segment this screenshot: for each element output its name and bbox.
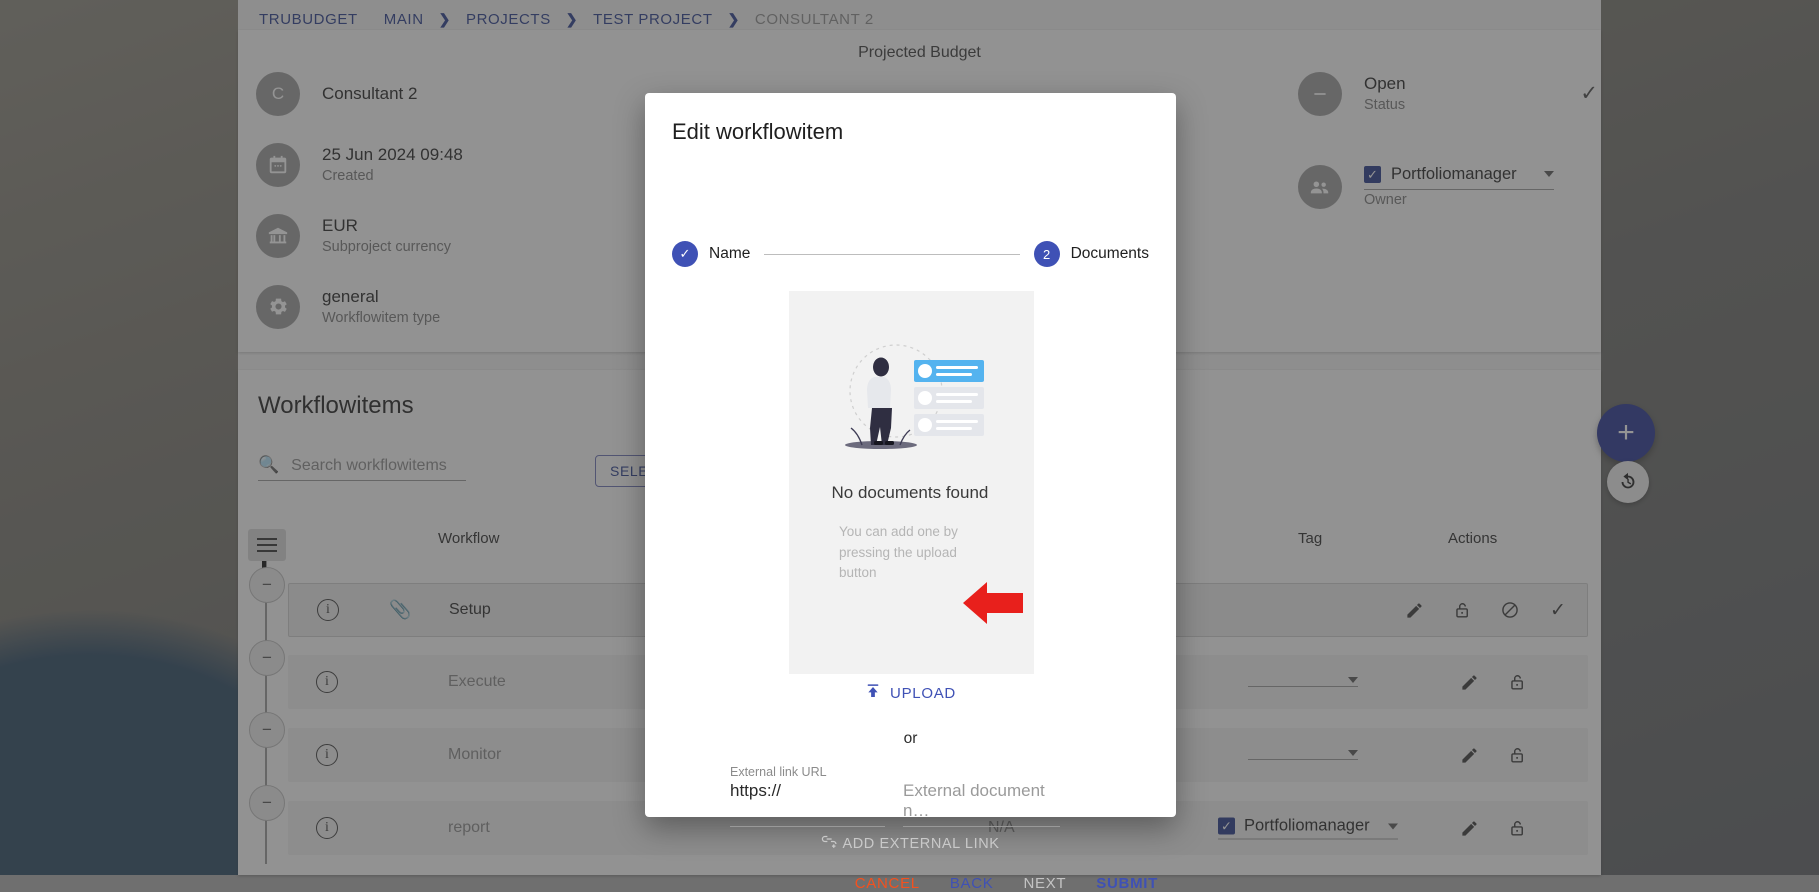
external-document-name-input[interactable]: External document n…: [903, 781, 1060, 827]
step-label: Name: [709, 245, 750, 263]
link-add-icon: [821, 833, 838, 854]
add-external-link-label: ADD EXTERNAL LINK: [842, 836, 999, 852]
annotation-arrow-icon: [963, 580, 1023, 626]
step-label: Documents: [1071, 245, 1149, 263]
submit-button[interactable]: SUBMIT: [1096, 875, 1158, 892]
add-external-link-button[interactable]: ADD EXTERNAL LINK: [645, 833, 1176, 854]
next-button: NEXT: [1023, 875, 1066, 892]
empty-state-subtext: You can add one by pressing the upload b…: [839, 522, 984, 585]
stepper-connector: [764, 254, 1019, 255]
or-divider-label: or: [645, 730, 1176, 748]
step-documents[interactable]: 2 Documents: [1034, 241, 1149, 267]
external-url-input[interactable]: https://: [730, 781, 885, 827]
edit-workflowitem-dialog: Edit workflowitem ✓ Name 2 Documents: [645, 93, 1176, 817]
empty-state-heading: No documents found: [832, 481, 992, 506]
upload-label: UPLOAD: [890, 685, 956, 702]
step-number: 2: [1034, 241, 1060, 267]
app-page: TRUBUDGET MAIN ❯ PROJECTS ❯ TEST PROJECT…: [0, 0, 1819, 875]
cancel-button[interactable]: CANCEL: [855, 875, 920, 892]
dialog-title: Edit workflowitem: [672, 119, 843, 145]
back-button[interactable]: BACK: [950, 875, 994, 892]
external-link-label: External link URL: [730, 765, 827, 779]
upload-button[interactable]: UPLOAD: [645, 683, 1176, 703]
stepper: ✓ Name 2 Documents: [672, 241, 1149, 267]
step-done-icon: ✓: [672, 241, 698, 267]
external-link-fields: https:// External document n…: [730, 781, 1060, 827]
upload-icon: [865, 683, 881, 703]
step-name[interactable]: ✓ Name: [672, 241, 750, 267]
empty-state-illustration: [824, 333, 999, 453]
dialog-actions: CANCEL BACK NEXT SUBMIT: [855, 875, 1158, 892]
